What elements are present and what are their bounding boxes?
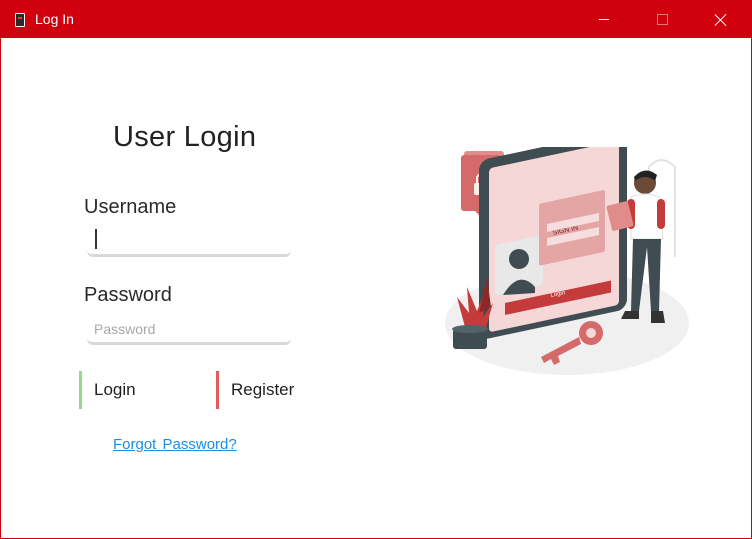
maximize-button[interactable] bbox=[639, 1, 685, 38]
minimize-icon bbox=[599, 19, 609, 20]
close-button[interactable] bbox=[698, 1, 744, 38]
title-bar: Log In bbox=[1, 1, 751, 38]
login-window: Log In User Login Username Password Logi… bbox=[0, 0, 752, 539]
password-field[interactable] bbox=[87, 315, 291, 345]
maximize-icon bbox=[656, 14, 668, 25]
username-field[interactable] bbox=[87, 227, 291, 257]
close-icon bbox=[714, 13, 728, 27]
text-caret bbox=[95, 229, 97, 249]
page-title: User Login bbox=[113, 121, 257, 153]
forgot-password-link[interactable]: Forgot Password? bbox=[113, 436, 237, 453]
app-icon bbox=[15, 13, 25, 27]
monitor: SIGN IN Login bbox=[479, 147, 627, 339]
login-illustration: SIGN IN Login bbox=[445, 147, 689, 375]
login-button[interactable]: Login bbox=[79, 371, 179, 409]
user-icon bbox=[509, 249, 529, 269]
window-title: Log In bbox=[35, 11, 74, 27]
register-button[interactable]: Register bbox=[216, 371, 316, 409]
username-label: Username bbox=[84, 196, 177, 218]
minimize-button[interactable] bbox=[581, 1, 627, 38]
password-label: Password bbox=[84, 284, 172, 306]
